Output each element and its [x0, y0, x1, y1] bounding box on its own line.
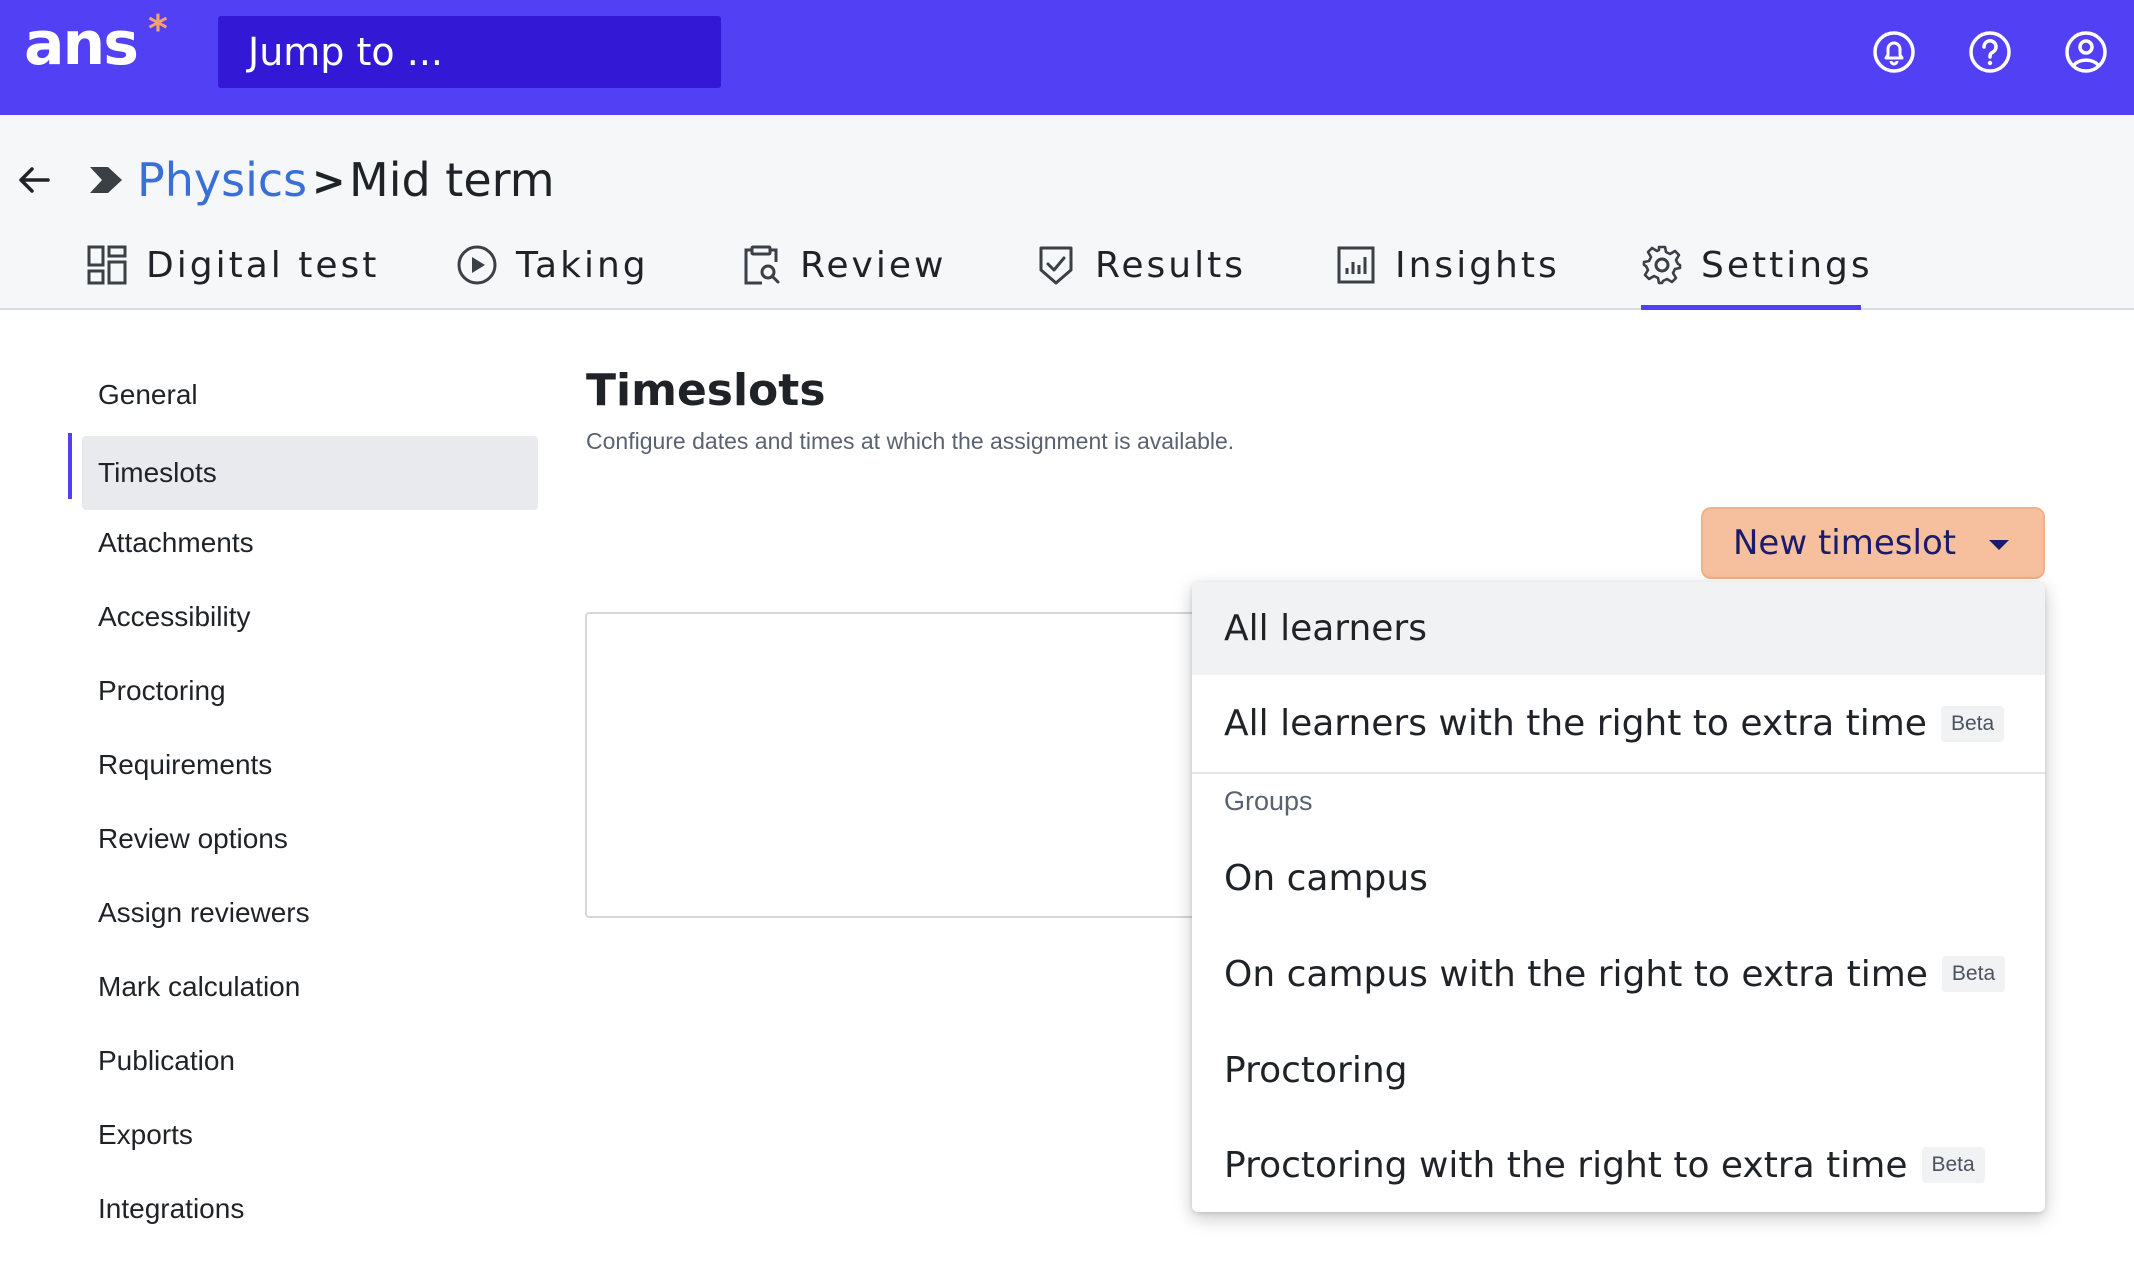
menu-divider	[1192, 772, 2045, 774]
bell-icon[interactable]	[1870, 28, 1918, 76]
tab-label: Results	[1095, 244, 1246, 286]
menu-item-label: Proctoring with the right to extra time	[1224, 1144, 1908, 1186]
breadcrumb-parent-link[interactable]: Physics	[137, 151, 307, 209]
menu-item-label: All learners	[1224, 608, 1427, 649]
gear-icon	[1642, 245, 1682, 285]
tab-review[interactable]: Review	[740, 230, 946, 310]
sidebar-item-proctoring[interactable]: Proctoring	[70, 654, 538, 728]
page-title: Timeslots	[586, 365, 826, 416]
menu-item-on-campus[interactable]: On campus	[1192, 830, 2045, 926]
sidebar-item-integrations[interactable]: Integrations	[70, 1172, 538, 1246]
active-tab-indicator	[1641, 305, 1861, 310]
caret-down-icon	[1989, 540, 2009, 550]
beta-badge: Beta	[1941, 956, 2006, 992]
tab-label: Insights	[1395, 244, 1560, 286]
menu-item-all-learners-extra-time[interactable]: All learners with the right to extra tim…	[1192, 675, 2045, 772]
menu-item-all-learners[interactable]: All learners	[1192, 582, 2045, 675]
page-header: Physics > Mid term Digital test Taking R…	[0, 115, 2134, 310]
page-subtitle: Configure dates and times at which the a…	[586, 428, 1235, 454]
beta-badge: Beta	[1940, 705, 2005, 742]
sidebar-item-mark-calculation[interactable]: Mark calculation	[70, 950, 538, 1024]
user-icon[interactable]	[2062, 28, 2110, 76]
jump-to-search[interactable]: Jump to ...	[218, 16, 721, 88]
tab-digital-test[interactable]: Digital test	[86, 230, 379, 310]
sidebar-item-attachments[interactable]: Attachments	[70, 506, 538, 580]
top-bar: ans * Jump to ...	[0, 0, 2134, 115]
sidebar-item-timeslots[interactable]: Timeslots	[82, 436, 538, 510]
sidebar-item-exports[interactable]: Exports	[70, 1098, 538, 1172]
sidebar-item-general[interactable]: General	[70, 358, 538, 432]
new-timeslot-menu: All learners All learners with the right…	[1192, 582, 2045, 1212]
settings-sidebar: General Timeslots Attachments Accessibil…	[70, 358, 538, 1246]
sidebar-item-accessibility[interactable]: Accessibility	[70, 580, 538, 654]
help-icon[interactable]	[1966, 28, 2014, 76]
sidebar-item-review-options[interactable]: Review options	[70, 802, 538, 876]
bar-chart-icon	[1337, 246, 1375, 284]
tab-taking[interactable]: Taking	[456, 230, 649, 310]
shield-check-icon	[1039, 246, 1073, 285]
back-arrow-icon[interactable]	[14, 160, 54, 200]
menu-item-proctoring-extra-time[interactable]: Proctoring with the right to extra time …	[1192, 1118, 2045, 1212]
tab-label: Review	[800, 244, 947, 286]
menu-group-label: Groups	[1224, 786, 1313, 816]
tab-results[interactable]: Results	[1035, 230, 1246, 310]
sidebar-item-requirements[interactable]: Requirements	[70, 728, 538, 802]
new-timeslot-button[interactable]: New timeslot	[1701, 507, 2045, 579]
logo-text: ans	[24, 9, 139, 79]
menu-item-label: Proctoring	[1224, 1049, 1408, 1091]
sidebar-item-publication[interactable]: Publication	[70, 1024, 538, 1098]
tab-label: Taking	[516, 244, 649, 286]
breadcrumb-current: Mid term	[349, 153, 555, 207]
play-circle-icon	[457, 245, 497, 285]
menu-item-label: On campus	[1224, 857, 1428, 899]
logo-mark: *	[148, 7, 168, 51]
menu-item-label: All learners with the right to extra tim…	[1224, 703, 1927, 744]
menu-item-proctoring[interactable]: Proctoring	[1192, 1022, 2045, 1118]
tab-insights[interactable]: Insights	[1335, 230, 1560, 310]
menu-item-label: On campus with the right to extra time	[1224, 953, 1928, 995]
tab-label: Settings	[1701, 244, 1873, 286]
tab-settings[interactable]: Settings	[1641, 230, 1870, 310]
grid-icon	[87, 245, 127, 285]
clipboard-search-icon	[744, 245, 780, 285]
new-timeslot-label: New timeslot	[1733, 523, 1957, 563]
tab-label: Digital test	[146, 244, 380, 286]
breadcrumb-chevron-icon	[90, 167, 122, 193]
sidebar-item-assign-reviewers[interactable]: Assign reviewers	[70, 876, 538, 950]
menu-item-on-campus-extra-time[interactable]: On campus with the right to extra time B…	[1192, 926, 2045, 1022]
beta-badge: Beta	[1921, 1147, 1985, 1183]
breadcrumb-separator: >	[312, 159, 346, 205]
